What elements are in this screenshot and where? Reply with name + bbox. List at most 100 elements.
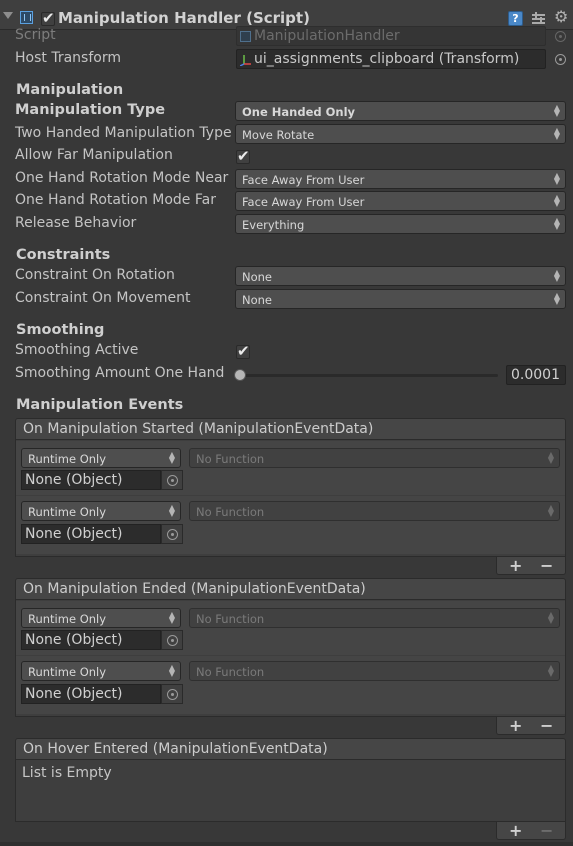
dropdown-arrows-icon: ▲ ▼ (547, 503, 554, 518)
dropdown-arrows-icon: ▲ ▼ (168, 610, 175, 625)
manipulation-type-label: Manipulation Type (15, 102, 166, 118)
smoothing-amount-slider-knob[interactable] (234, 369, 246, 381)
script-label: Script (15, 27, 56, 43)
on-manipulation-ended-header: On Manipulation Ended (ManipulationEvent… (15, 578, 566, 600)
dropdown-arrows-icon: ▲ ▼ (168, 450, 175, 465)
dropdown-arrows-icon: ▲ ▼ (547, 663, 554, 678)
component-enabled-checkbox[interactable]: ✔ (41, 11, 55, 26)
constraint-rotation-value: None (242, 270, 273, 284)
started-list-footer (496, 557, 566, 575)
target-object-picker-button[interactable] (161, 524, 183, 544)
dropdown-arrows-icon: ▲ ▼ (553, 171, 560, 186)
dropdown-arrows-icon: ▲ ▼ (168, 663, 175, 678)
function-value: No Function (196, 612, 265, 626)
host-transform-field[interactable]: ui_assignments_clipboard (Transform) (236, 49, 546, 69)
allow-far-checkbox[interactable]: ✔ (236, 149, 250, 164)
dropdown-arrows-icon: ▲ ▼ (553, 103, 560, 118)
script-field: ManipulationHandler (236, 26, 546, 46)
hover-list-footer (496, 822, 566, 840)
add-event-button[interactable]: + (509, 558, 522, 574)
smoothing-active-checkbox[interactable]: ✔ (236, 344, 250, 359)
object-picker-icon (167, 475, 178, 486)
on-manipulation-started-header: On Manipulation Started (ManipulationEve… (15, 418, 566, 440)
remove-event-button: − (540, 821, 554, 840)
constraint-movement-value: None (242, 293, 273, 307)
list-empty-text: List is Empty (22, 765, 112, 781)
two-handed-label: Two Handed Manipulation Type (15, 125, 232, 141)
target-object-picker-button[interactable] (161, 684, 183, 704)
object-picker-icon (167, 529, 178, 540)
smoothing-active-label: Smoothing Active (15, 342, 139, 358)
on-hover-entered-header: On Hover Entered (ManipulationEventData) (15, 738, 566, 760)
runtime-mode-value: Runtime Only (28, 452, 107, 466)
runtime-mode-dropdown[interactable]: Runtime Only ▲ ▼ (21, 448, 181, 468)
target-object-field[interactable]: None (Object) (21, 524, 161, 544)
dropdown-arrows-icon: ▲ ▼ (553, 268, 560, 283)
constraint-movement-dropdown[interactable]: None ▲ ▼ (235, 289, 566, 309)
runtime-mode-value: Runtime Only (28, 612, 107, 626)
constraint-movement-label: Constraint On Movement (15, 290, 191, 306)
target-object-field[interactable]: None (Object) (21, 470, 161, 490)
smoothing-amount-slider-track[interactable] (238, 374, 498, 377)
object-picker-icon (167, 689, 178, 700)
two-handed-dropdown[interactable]: Move Rotate ▲ ▼ (235, 124, 566, 144)
target-object-picker-button[interactable] (161, 470, 183, 490)
rotation-near-value: Face Away From User (242, 173, 365, 187)
events-section-title: Manipulation Events (16, 397, 184, 413)
release-behavior-value: Everything (242, 218, 305, 232)
transform-icon (240, 55, 251, 66)
function-value: No Function (196, 505, 265, 519)
constraint-rotation-dropdown[interactable]: None ▲ ▼ (235, 266, 566, 286)
remove-event-button[interactable]: − (540, 558, 553, 574)
small-script-icon (240, 31, 251, 42)
runtime-mode-value: Runtime Only (28, 505, 107, 519)
runtime-mode-dropdown[interactable]: Runtime Only ▲ ▼ (21, 501, 181, 521)
function-dropdown: No Function ▲ ▼ (189, 608, 560, 628)
ended-list-footer (496, 717, 566, 735)
object-picker-icon (167, 635, 178, 646)
release-behavior-dropdown[interactable]: Everything ▲ ▼ (235, 214, 566, 234)
rotation-near-label: One Hand Rotation Mode Near (15, 170, 229, 186)
smoothing-amount-field[interactable]: 0.0001 (506, 365, 566, 385)
rotation-near-dropdown[interactable]: Face Away From User ▲ ▼ (235, 169, 566, 189)
constraints-section-title: Constraints (16, 247, 111, 263)
manipulation-section-title: Manipulation (16, 82, 124, 98)
smoothing-amount-label: Smoothing Amount One Hand (15, 365, 225, 381)
rotation-far-value: Face Away From User (242, 195, 365, 209)
add-event-button[interactable]: + (509, 823, 522, 839)
component-title: Manipulation Handler (Script) (58, 9, 310, 27)
host-transform-label: Host Transform (15, 50, 121, 66)
dropdown-arrows-icon: ▲ ▼ (553, 216, 560, 231)
function-dropdown: No Function ▲ ▼ (189, 448, 560, 468)
host-transform-value: ui_assignments_clipboard (Transform) (254, 51, 520, 67)
script-object-picker-icon (555, 31, 566, 42)
runtime-mode-dropdown[interactable]: Runtime Only ▲ ▼ (21, 608, 181, 628)
smoothing-section-title: Smoothing (16, 322, 105, 338)
dropdown-arrows-icon: ▲ ▼ (553, 291, 560, 306)
help-icon[interactable]: ? (508, 11, 523, 26)
function-value: No Function (196, 452, 265, 466)
rotation-far-dropdown[interactable]: Face Away From User ▲ ▼ (235, 191, 566, 211)
target-object-picker-button[interactable] (161, 630, 183, 650)
runtime-mode-dropdown[interactable]: Runtime Only ▲ ▼ (21, 661, 181, 681)
runtime-mode-value: Runtime Only (28, 665, 107, 679)
bottom-divider (0, 842, 573, 846)
allow-far-label: Allow Far Manipulation (15, 147, 173, 163)
foldout-triangle-down-icon[interactable] (3, 12, 13, 19)
gear-icon[interactable]: ⚙ (554, 9, 568, 25)
dropdown-arrows-icon: ▲ ▼ (547, 610, 554, 625)
dropdown-arrows-icon: ▲ ▼ (547, 450, 554, 465)
target-object-field[interactable]: None (Object) (21, 684, 161, 704)
presets-icon[interactable] (532, 12, 545, 25)
manipulation-type-dropdown[interactable]: One Handed Only ▲ ▼ (235, 101, 566, 121)
add-event-button[interactable]: + (509, 718, 522, 734)
function-value: No Function (196, 665, 265, 679)
function-dropdown: No Function ▲ ▼ (189, 661, 560, 681)
dropdown-arrows-icon: ▲ ▼ (553, 126, 560, 141)
script-value: ManipulationHandler (254, 28, 400, 44)
target-object-field[interactable]: None (Object) (21, 630, 161, 650)
host-transform-object-picker-icon[interactable] (555, 54, 566, 65)
rotation-far-label: One Hand Rotation Mode Far (15, 192, 216, 208)
dropdown-arrows-icon: ▲ ▼ (553, 193, 560, 208)
remove-event-button[interactable]: − (540, 718, 553, 734)
